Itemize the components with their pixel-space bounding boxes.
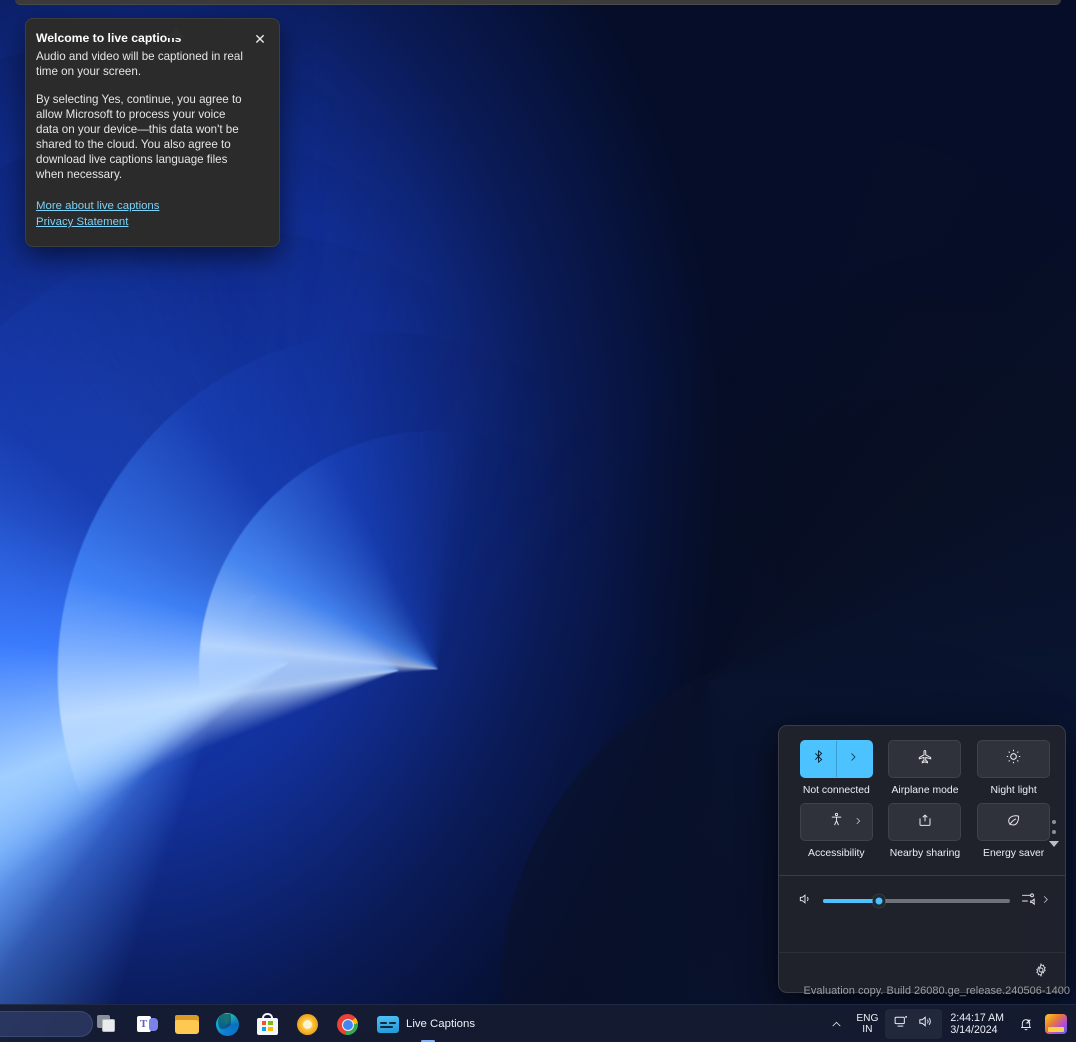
airplane-mode-toggle-button[interactable] bbox=[888, 740, 962, 778]
pager-dot[interactable] bbox=[1052, 820, 1056, 824]
taskbar-item-chrome[interactable] bbox=[332, 1009, 362, 1039]
task-view-icon bbox=[97, 1015, 117, 1033]
microsoft-edge-icon bbox=[215, 1012, 239, 1036]
chevron-down-icon[interactable] bbox=[1049, 841, 1059, 847]
copilot-button[interactable] bbox=[1040, 1009, 1072, 1039]
bluetooth-toggle-half[interactable] bbox=[801, 741, 837, 777]
speaker-icon[interactable] bbox=[797, 891, 813, 912]
gear-icon[interactable] bbox=[1033, 962, 1049, 983]
dialog-callout-pointer bbox=[166, 28, 186, 38]
privacy-statement-link[interactable]: Privacy Statement bbox=[36, 215, 265, 231]
volume-slider[interactable] bbox=[823, 894, 1010, 908]
search-input[interactable] bbox=[0, 1011, 93, 1037]
quick-settings-button[interactable] bbox=[885, 1009, 943, 1039]
volume-icon bbox=[917, 1013, 934, 1035]
taskbar-item-microsoft-store[interactable] bbox=[252, 1009, 282, 1039]
nearby-sharing-label: Nearby sharing bbox=[889, 848, 961, 859]
energy-saver-icon bbox=[1005, 812, 1022, 833]
nearby-sharing-toggle-button[interactable] bbox=[888, 803, 962, 841]
airplane-icon bbox=[917, 749, 933, 770]
close-icon[interactable]: ✕ bbox=[247, 26, 273, 52]
energy-saver-label: Energy saver bbox=[983, 848, 1045, 859]
quick-setting-night-light: Night light bbox=[974, 740, 1053, 797]
energy-saver-toggle-button[interactable] bbox=[977, 803, 1051, 841]
volume-control-row bbox=[779, 875, 1065, 924]
pager-dot[interactable] bbox=[1052, 830, 1056, 834]
bluetooth-expand-half[interactable] bbox=[837, 741, 872, 777]
taskbar-app-list: T Live Captions bbox=[92, 1005, 484, 1042]
background-window-edge[interactable] bbox=[15, 0, 1061, 5]
chrome-canary-icon bbox=[296, 1013, 318, 1035]
taskbar-item-chrome-canary[interactable] bbox=[292, 1009, 322, 1039]
taskbar-item-label: Live Captions bbox=[406, 1018, 476, 1030]
volume-slider-thumb[interactable] bbox=[872, 894, 886, 908]
more-about-live-captions-link[interactable]: More about live captions bbox=[36, 199, 265, 215]
quick-settings-tile-grid: Not connected Airplane mode Night light … bbox=[779, 726, 1065, 870]
quick-setting-nearby-sharing: Nearby sharing bbox=[886, 803, 965, 860]
live-captions-icon bbox=[377, 1015, 399, 1033]
language-primary: ENG bbox=[856, 1012, 879, 1024]
quick-settings-pager bbox=[1049, 820, 1059, 847]
tray-date: 3/14/2024 bbox=[950, 1024, 998, 1036]
dialog-paragraph-1: Audio and video will be captioned in rea… bbox=[36, 50, 243, 79]
tray-time: 2:44:17 AM bbox=[950, 1011, 1004, 1024]
quick-setting-bluetooth: Not connected bbox=[797, 740, 876, 797]
microsoft-store-icon bbox=[256, 1013, 278, 1035]
watermark-build-line: Evaluation copy. Build 26080.ge_release.… bbox=[803, 985, 1070, 997]
bluetooth-icon bbox=[811, 749, 826, 769]
taskbar-item-edge[interactable] bbox=[212, 1009, 242, 1039]
copilot-icon bbox=[1045, 1014, 1067, 1034]
microsoft-teams-icon: T bbox=[136, 1015, 158, 1034]
evaluation-copy-watermark: Evaluation copy. Build 26080.ge_release.… bbox=[804, 984, 1070, 998]
language-indicator[interactable]: ENG IN bbox=[849, 1009, 885, 1039]
night-light-label: Night light bbox=[990, 785, 1037, 796]
night-light-toggle-button[interactable] bbox=[977, 740, 1051, 778]
chevron-right-icon bbox=[847, 750, 861, 768]
dialog-title: Welcome to live captions bbox=[36, 31, 182, 45]
chevron-right-icon bbox=[853, 813, 865, 831]
quick-setting-airplane-mode: Airplane mode bbox=[886, 740, 965, 797]
taskbar: T Live Captions ENG IN 2:44:17 AM 3/14/2… bbox=[0, 1004, 1076, 1042]
language-secondary: IN bbox=[862, 1024, 873, 1035]
google-chrome-icon bbox=[336, 1013, 358, 1035]
chevron-right-icon bbox=[1040, 892, 1051, 910]
volume-slider-fill bbox=[823, 899, 880, 903]
bluetooth-toggle-button[interactable] bbox=[799, 740, 873, 778]
network-icon bbox=[893, 1013, 910, 1035]
live-captions-welcome-dialog: ✕ Welcome to live captions Audio and vid… bbox=[25, 18, 280, 248]
nearby-sharing-icon bbox=[917, 812, 933, 833]
accessibility-icon bbox=[829, 812, 844, 832]
audio-output-picker[interactable] bbox=[1020, 890, 1051, 912]
dialog-links: More about live captions Privacy Stateme… bbox=[36, 199, 265, 230]
clock-button[interactable]: 2:44:17 AM 3/14/2024 bbox=[942, 1009, 1012, 1039]
file-explorer-icon bbox=[175, 1014, 199, 1034]
dialog-paragraph-2: By selecting Yes, continue, you agree to… bbox=[36, 93, 242, 182]
airplane-mode-label: Airplane mode bbox=[891, 785, 959, 796]
accessibility-toggle-button[interactable] bbox=[799, 803, 873, 841]
audio-mixer-icon bbox=[1020, 890, 1037, 912]
taskbar-item-live-captions[interactable]: Live Captions bbox=[372, 1009, 484, 1042]
taskbar-item-file-explorer[interactable] bbox=[172, 1009, 202, 1039]
quick-settings-panel: Not connected Airplane mode Night light … bbox=[778, 725, 1066, 993]
show-hidden-icons-button[interactable] bbox=[824, 1009, 849, 1039]
bluetooth-label: Not connected bbox=[802, 785, 870, 796]
quick-setting-accessibility: Accessibility bbox=[797, 803, 876, 860]
notification-center-button[interactable] bbox=[1012, 1009, 1040, 1039]
taskbar-item-teams[interactable]: T bbox=[132, 1009, 162, 1039]
system-tray: ENG IN 2:44:17 AM 3/14/2024 bbox=[824, 1005, 1072, 1042]
quick-setting-energy-saver: Energy saver bbox=[974, 803, 1053, 860]
taskbar-item-task-view[interactable] bbox=[92, 1009, 122, 1039]
night-light-icon bbox=[1005, 748, 1022, 770]
accessibility-label: Accessibility bbox=[808, 848, 865, 859]
